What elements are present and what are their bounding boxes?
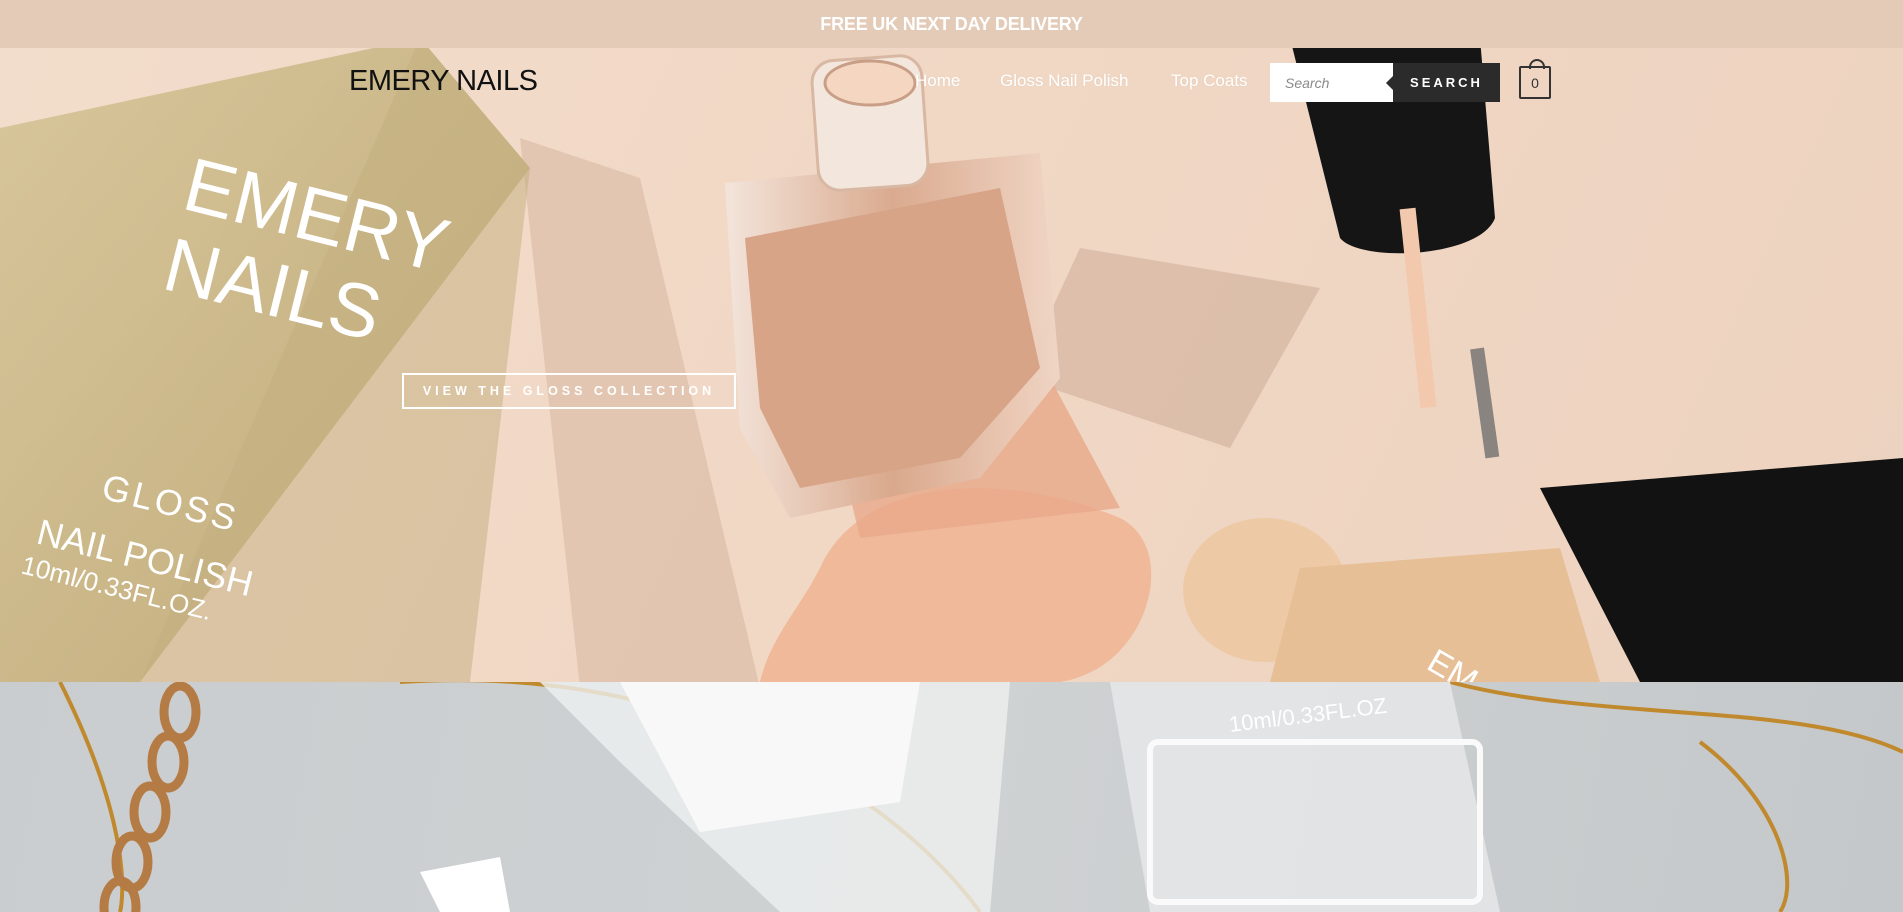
secondary-image: 10ml/0.33FL.OZ [58, 682, 1903, 912]
nav-top-coats[interactable]: Top Coats [1171, 71, 1248, 91]
search-button[interactable]: SEARCH [1386, 63, 1500, 102]
cart-icon[interactable]: 0 [1519, 59, 1551, 99]
nav-gloss-nail-polish[interactable]: Gloss Nail Polish [1000, 71, 1129, 91]
site-logo[interactable]: EMERY NAILS [349, 65, 538, 98]
search-input[interactable] [1270, 63, 1394, 102]
cart-count: 0 [1531, 74, 1539, 91]
nav-home[interactable]: Home [915, 71, 960, 91]
hero-banner: EMERY NAILS GLOSS NAIL POLISH 10ml/0.33F… [0, 48, 1903, 682]
view-gloss-collection-button[interactable]: VIEW THE GLOSS COLLECTION [402, 373, 736, 409]
hero-image: EMERY NAILS GLOSS NAIL POLISH 10ml/0.33F… [0, 48, 1903, 682]
secondary-banner: 10ml/0.33FL.OZ [0, 682, 1903, 912]
announcement-text: FREE UK NEXT DAY DELIVERY [820, 13, 1083, 34]
announcement-bar: FREE UK NEXT DAY DELIVERY [0, 0, 1903, 48]
